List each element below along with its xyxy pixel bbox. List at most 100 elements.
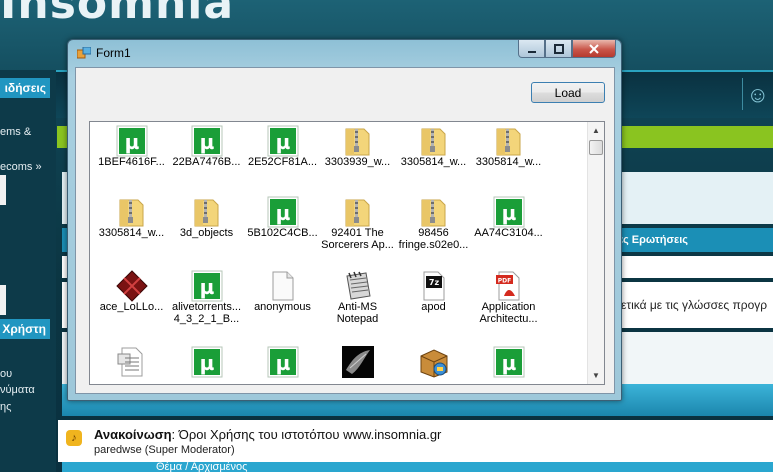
svg-text:µ: µ [200,130,215,154]
sidebar-news-button[interactable]: ιδήσεις [0,78,50,98]
file-list-item[interactable]: µ 1BEF4616F... [94,122,169,192]
file-list-item-label: AA74C3104... [474,227,543,239]
svg-text:µ: µ [276,130,291,154]
minimize-button[interactable] [518,40,545,58]
svg-text:µ: µ [200,275,215,299]
file-list-item-label: 3d_objects [179,227,234,239]
file-list-item[interactable]: 3305814_w... [94,193,169,263]
file-list-item[interactable]: µ [169,343,244,384]
announcement-icon: ♪ [66,430,82,446]
7z-archive-icon: 7z [418,270,450,302]
file-list-item[interactable]: Anti-MS Notepad [320,267,395,337]
announcement-label: Ανακοίνωση [94,427,172,442]
sidebar-menu-1[interactable]: ου [0,368,12,380]
scroll-up-icon[interactable]: ▲ [588,122,604,139]
file-list-item[interactable]: 3305814_w... [471,122,546,192]
file-list-item[interactable]: µ alivetorrents... 4_3_2_1_B... [169,267,244,337]
zip-folder-icon [342,125,374,157]
announcement-title[interactable]: Ανακοίνωση: Όροι Χρήσης του ιστοτόπου ww… [94,427,441,442]
installer-box-icon [418,346,450,378]
zip-folder-icon [418,125,450,157]
announcement-title-text[interactable]: Όροι Χρήσης του ιστοτόπου www.insomnia.g… [179,427,442,442]
app-icon[interactable] [77,47,91,59]
announcement-author[interactable]: paredwse (Super Moderator) [94,444,235,456]
file-list-item-label: 98456 fringe.s02e0... [398,227,469,251]
file-list-item-label: ace_LoLLo... [99,301,164,313]
sidebar-edge-block [0,175,6,205]
sidebar-menu-3[interactable]: ης [0,401,11,413]
svg-text:µ: µ [125,130,140,154]
file-list-item[interactable]: µ [245,343,320,384]
file-list-item-label: 92401 The Sorcerers Ap... [321,227,394,251]
utorrent-icon: µ [267,125,299,157]
file-list-item[interactable]: µ 5B102C4CB... [245,193,320,263]
file-list-item[interactable]: 7z apod [396,267,471,337]
notepad-icon [342,270,374,302]
file-list-view[interactable]: µ 1BEF4616F... µ 22BA7476B... µ 2E52CF81A... 3… [89,121,605,385]
svg-text:µ: µ [276,201,291,225]
file-list-item[interactable]: PDF Application Architectu... [471,267,546,337]
file-list-item-label: Application Architectu... [479,301,538,325]
utorrent-icon: µ [191,346,223,378]
svg-text:µ: µ [276,351,291,375]
maximize-button[interactable] [545,40,572,58]
close-button[interactable] [572,40,616,58]
window-title: Form1 [96,46,131,60]
sidebar-link-2[interactable]: ecoms » [0,161,42,173]
sidebar-link-1[interactable]: ems & [0,126,31,138]
file-list-item[interactable]: 3d_objects [169,193,244,263]
site-sidebar: ιδήσεις ems & ecoms » Χρήστη ου νύματα η… [0,70,56,472]
file-list-item[interactable]: µ 2E52CF81A... [245,122,320,192]
file-list-item[interactable]: ace_LoLLo... [94,267,169,337]
svg-text:7z: 7z [429,278,440,287]
file-list-item-label: 1BEF4616F... [98,156,165,168]
load-button[interactable]: Load [531,82,605,103]
zip-folder-icon [191,196,223,228]
scroll-down-icon[interactable]: ▼ [588,367,604,384]
utorrent-icon: µ [493,196,525,228]
file-list-item[interactable]: 98456 fringe.s02e0... [396,193,471,263]
dark-image-icon [342,346,374,378]
utorrent-icon: µ [116,125,148,157]
sidebar-edge-block [0,285,6,315]
minimize-icon [527,50,536,53]
sidebar-menu-2[interactable]: νύματα [0,384,35,396]
window-controls [518,40,616,59]
file-list-item[interactable]: µ AA74C3104... [471,193,546,263]
close-icon [589,43,599,54]
announcement-row: ♪ Ανακοίνωση: Όροι Χρήσης του ιστοτόπου … [58,420,773,462]
scroll-thumb[interactable] [589,140,603,155]
file-list-item-label: 5B102C4CB... [247,227,318,239]
window-client-area: Load µ 1BEF4616F... µ 22BA7476B... µ 2E52CF81… [75,67,615,394]
site-logo: Insomnia [0,0,235,29]
form1-window: Form1 Load µ 1BEF4616F... µ 22BA7476B... µ 2E… [67,39,622,401]
file-list-item[interactable]: anonymous [245,267,320,337]
file-list-item-label: 3305814_w... [98,227,165,239]
zip-folder-icon [342,196,374,228]
maximize-icon [553,43,564,54]
file-list-item-label: Anti-MS Notepad [336,301,379,325]
vertical-scrollbar[interactable]: ▲ ▼ [587,122,604,384]
face-logo-icon[interactable]: ☺ [747,82,769,108]
file-list-item[interactable]: 92401 The Sorcerers Ap... [320,193,395,263]
file-list-item-label: 3305814_w... [400,156,467,168]
thread-header-bar: Θέμα / Αρχισμένος [62,462,773,472]
file-list-item[interactable] [320,343,395,384]
file-list-item[interactable] [396,343,471,384]
file-list-item[interactable]: 3305814_w... [396,122,471,192]
file-list-item-label: 22BA7476B... [172,156,241,168]
svg-text:µ: µ [200,351,215,375]
file-list-item[interactable]: µ [471,343,546,384]
file-list-item-label: apod [421,301,446,313]
file-list-items: µ 1BEF4616F... µ 22BA7476B... µ 2E52CF81A... 3… [90,122,588,384]
svg-text:µ: µ [502,201,517,225]
sidebar-user-button[interactable]: Χρήστη [0,319,50,339]
file-list-item[interactable] [94,343,169,384]
svg-text:µ: µ [502,351,517,375]
utorrent-icon: µ [191,270,223,302]
zip-folder-icon [493,125,525,157]
file-list-item[interactable]: µ 22BA7476B... [169,122,244,192]
file-list-item[interactable]: 3303939_w... [320,122,395,192]
utorrent-icon: µ [493,346,525,378]
utorrent-icon: µ [267,346,299,378]
